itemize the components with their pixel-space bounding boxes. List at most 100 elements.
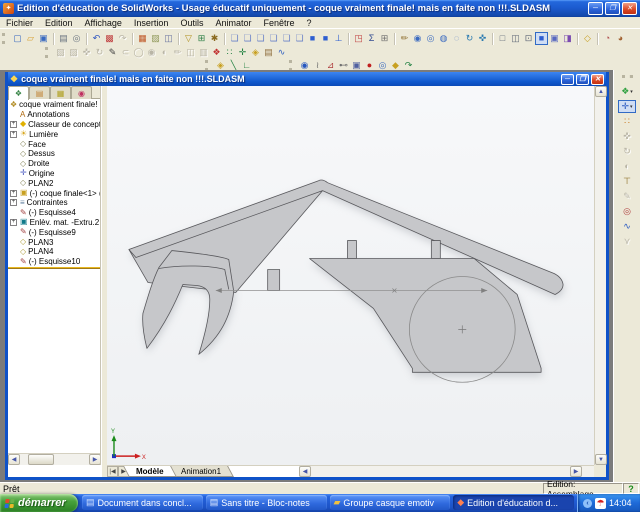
antivirus-tray-icon[interactable]: ☂ [595, 498, 606, 509]
scroll-left-icon[interactable]: ◀ [8, 454, 20, 465]
scroll-thumb[interactable] [28, 454, 54, 465]
tree-item[interactable]: + ▣ (-) coque finale<1> (Défaut) [8, 188, 100, 198]
shaded-icon[interactable]: ■ [535, 32, 548, 45]
start-button[interactable]: démarrer [0, 494, 78, 512]
configurationmanager-tab[interactable]: ▦ [50, 86, 71, 99]
sketch-trace-icon[interactable]: ✎ [106, 46, 119, 59]
view-normal-to-icon[interactable]: ⊥ [332, 32, 345, 45]
design-table-icon[interactable]: ⊞ [378, 32, 391, 45]
tree-item[interactable]: + ◆ Classeur de conception [8, 120, 100, 130]
menu-item[interactable]: Fichier [0, 17, 39, 29]
rollback-bar[interactable] [8, 267, 100, 269]
view-left-icon[interactable]: ❏ [254, 32, 267, 45]
taskbar-task[interactable]: ▰ Groupe casque emotiv [330, 495, 451, 510]
redo-icon[interactable]: ↷ [116, 32, 129, 45]
minimize-button[interactable]: ─ [588, 2, 603, 15]
interference-icon[interactable]: ◫ [184, 46, 197, 59]
tree-item[interactable]: ✎ (-) Esquisse9 [8, 227, 100, 237]
options-icon[interactable]: ✱ [208, 32, 221, 45]
menu-item[interactable]: Animator [209, 17, 257, 29]
move-resize-icon[interactable]: ◫ [162, 32, 175, 45]
move-component-icon[interactable]: ✜ [80, 46, 93, 59]
view-right-icon[interactable]: ❏ [267, 32, 280, 45]
tree-item[interactable]: ◇ Face [8, 139, 100, 149]
smart-fasteners-icon[interactable]: ◈ [249, 46, 262, 59]
tree-item[interactable]: + ☀ Lumière [8, 129, 100, 139]
tree-expander[interactable]: + [10, 219, 17, 226]
display-options-icon[interactable]: ◔ [601, 32, 614, 45]
section-view-icon[interactable]: ◨ [561, 32, 574, 45]
doc-close-button[interactable]: ✕ [591, 74, 604, 85]
equations-icon[interactable]: Σ [365, 32, 378, 45]
menu-item[interactable]: ? [301, 17, 318, 29]
propertymanager-tab[interactable]: ▤ [29, 86, 50, 99]
assembly-features-icon[interactable]: ⊤ [621, 175, 634, 188]
tab-scroll-first-icon[interactable]: |◀ [107, 466, 118, 477]
menu-item[interactable]: Insertion [128, 17, 175, 29]
shell-model[interactable] [129, 180, 563, 372]
physical-simulation-icon[interactable]: ∿ [275, 46, 288, 59]
scroll-right-icon[interactable]: ▶ [570, 466, 582, 477]
scroll-right-icon[interactable]: ▶ [89, 454, 101, 465]
edit-color-icon[interactable]: ▦ [136, 32, 149, 45]
show-component-icon[interactable]: ◉ [145, 46, 158, 59]
insert-components-icon[interactable]: ❖ [618, 85, 636, 98]
scroll-left-icon[interactable]: ◀ [299, 466, 311, 477]
view-front-icon[interactable]: ❏ [228, 32, 241, 45]
tree-item[interactable]: A Annotations [8, 110, 100, 120]
document-tab[interactable]: Modèle [123, 466, 176, 477]
zoom-fit-icon[interactable]: ◌ [450, 32, 463, 45]
clock[interactable]: 14:04 [609, 498, 632, 508]
taskbar-task[interactable]: ◆ Edition d'éducation d... [453, 495, 574, 510]
rotate-view-icon[interactable]: ↻ [463, 32, 476, 45]
hidden-lines-removed-icon[interactable]: ⊡ [522, 32, 535, 45]
doc-minimize-button[interactable]: ─ [561, 74, 574, 85]
close-button[interactable]: ✕ [622, 2, 637, 15]
shadows-icon[interactable]: ▣ [548, 32, 561, 45]
texture-icon[interactable]: ▨ [149, 32, 162, 45]
menu-item[interactable]: Fenêtre [257, 17, 300, 29]
featuremanager-tab[interactable]: ❖ [8, 86, 29, 100]
edit-sketch-icon[interactable]: ◳ [352, 32, 365, 45]
simulation-icon[interactable]: ∿ [621, 220, 634, 233]
rotate-component-tool-icon[interactable]: ↻ [621, 145, 634, 158]
hidden-lines-visible-icon[interactable]: ◫ [509, 32, 522, 45]
menu-item[interactable]: Edition [39, 17, 79, 29]
mate-icon[interactable]: ✛ [236, 46, 249, 59]
view-top-icon[interactable]: ❏ [280, 32, 293, 45]
tree-expander[interactable]: + [10, 190, 17, 197]
paste-icon[interactable]: ▨ [67, 46, 80, 59]
hide-icons-chevron-icon[interactable]: ‹ [583, 499, 592, 508]
reference-geometry-icon[interactable]: ✎ [621, 190, 634, 203]
sketch-entities-icon[interactable]: ✏ [398, 32, 411, 45]
tree-item[interactable]: ❖ coque vraiment finale! mais en fai [8, 100, 100, 110]
copy-icon[interactable]: ▧ [54, 46, 67, 59]
component-pattern-icon[interactable]: ∷ [223, 46, 236, 59]
tree-expander[interactable]: + [10, 121, 17, 128]
tree-item[interactable]: ◇ PLAN2 [8, 178, 100, 188]
transparency-icon[interactable]: ◐ [158, 46, 171, 59]
large-assembly-icon[interactable]: ▥ [197, 46, 210, 59]
show-hidden-icon[interactable]: ◐ [621, 160, 634, 173]
cad-model-canvas[interactable]: Y X [107, 86, 594, 465]
tree-item[interactable]: ✛ Origine [8, 169, 100, 179]
scroll-up-icon[interactable]: ▲ [595, 86, 607, 97]
panel-horizontal-scrollbar[interactable]: ◀ ▶ [8, 453, 101, 465]
tree-item[interactable]: ◇ PLAN4 [8, 247, 100, 257]
view-back-icon[interactable]: ❏ [241, 32, 254, 45]
zoom-area-icon[interactable]: ◍ [437, 32, 450, 45]
tree-item[interactable]: ◇ Droite [8, 159, 100, 169]
print-icon[interactable]: ▤ [57, 32, 70, 45]
tree-item[interactable]: ◇ PLAN3 [8, 237, 100, 247]
doc-restore-button[interactable]: ❐ [576, 74, 589, 85]
view-single-icon[interactable]: ■ [319, 32, 332, 45]
tree-expander[interactable]: + [10, 131, 17, 138]
grid-icon[interactable]: ⊞ [195, 32, 208, 45]
rotate-component-icon[interactable]: ↻ [93, 46, 106, 59]
document-tab[interactable]: Animation1 [168, 466, 234, 477]
measure-icon[interactable]: ◇ [581, 32, 594, 45]
smart-mates-icon[interactable]: ⊂ [119, 46, 132, 59]
camera-icon[interactable]: ◕ [614, 32, 627, 45]
new-document-icon[interactable]: ▢ [11, 32, 24, 45]
viewport-horizontal-scrollbar[interactable]: ◀ ▶ [299, 465, 594, 477]
